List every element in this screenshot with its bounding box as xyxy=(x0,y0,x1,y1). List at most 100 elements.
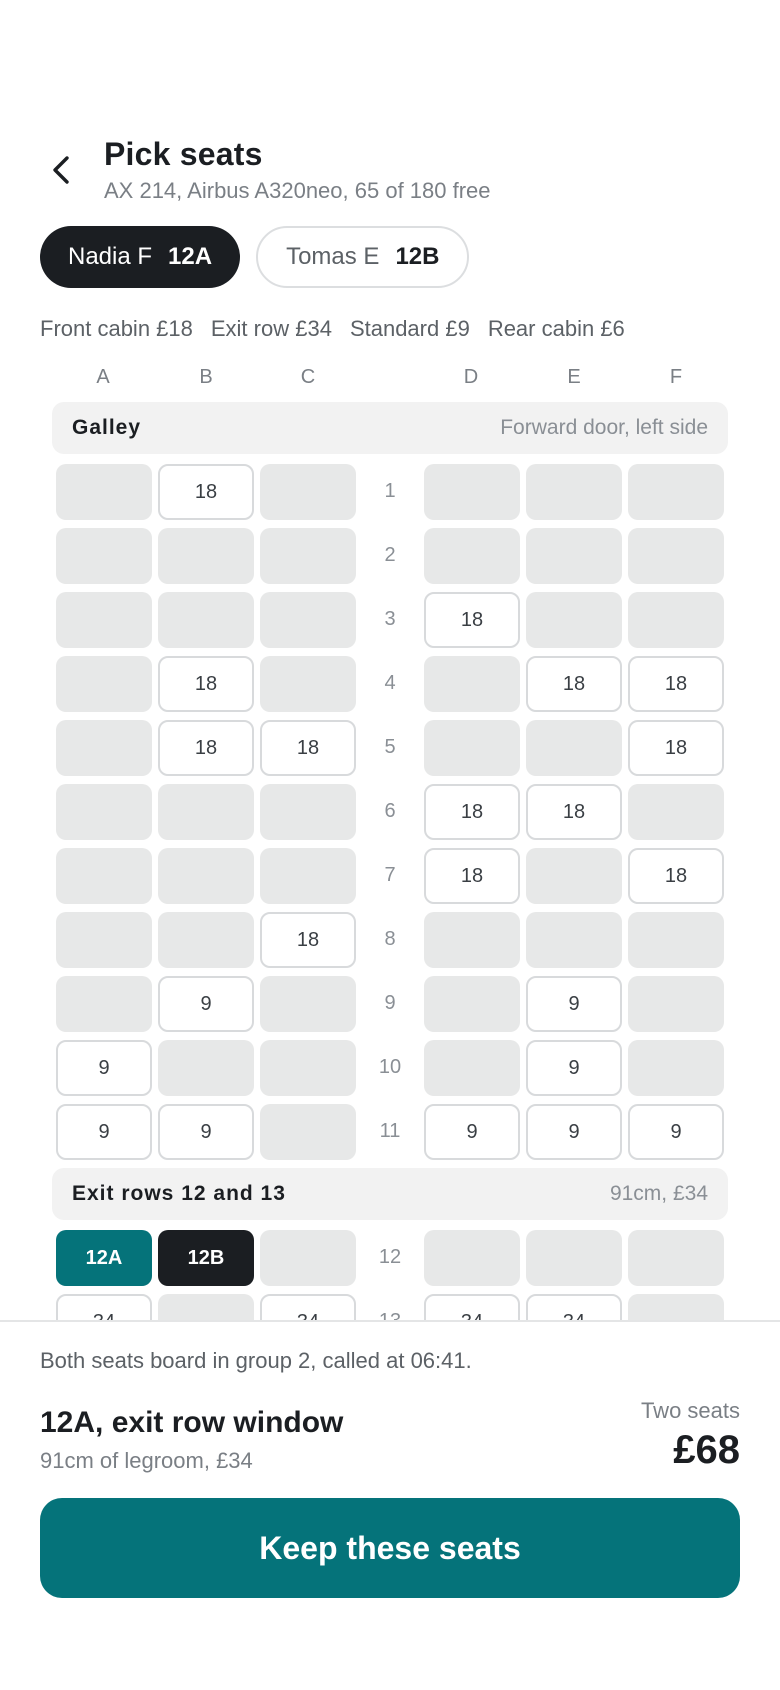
seat-10d xyxy=(424,1040,520,1096)
row-number: 11 xyxy=(379,1120,401,1142)
total-price: £68 xyxy=(673,1428,740,1472)
exit-row-banner: Exit rows 12 and 13 91cm, £34 xyxy=(52,1168,728,1220)
galley-banner: Galley Forward door, left side xyxy=(52,402,728,454)
seat-9b[interactable]: 9 xyxy=(158,976,254,1032)
seat-10e[interactable]: 9 xyxy=(526,1040,622,1096)
seat-13e[interactable]: 34 xyxy=(526,1294,622,1320)
seat-4e[interactable]: 18 xyxy=(526,656,622,712)
seat-5c[interactable]: 18 xyxy=(260,720,356,776)
seat-6f xyxy=(628,784,724,840)
seat-12c xyxy=(260,1230,356,1286)
seat-map: A B C D E F Galley Forward door, left si… xyxy=(0,0,780,1320)
row-number: 9 xyxy=(384,992,396,1014)
seat-13c[interactable]: 34 xyxy=(260,1294,356,1320)
seat-11a[interactable]: 9 xyxy=(56,1104,152,1160)
seat-11e[interactable]: 9 xyxy=(526,1104,622,1160)
column-header-f: F xyxy=(669,366,683,388)
row-number: 13 xyxy=(360,1310,420,1320)
row-number: 7 xyxy=(384,864,396,886)
seat-6d[interactable]: 18 xyxy=(424,784,520,840)
seat-12d xyxy=(424,1230,520,1286)
exit-row-note: 91cm, £34 xyxy=(609,1182,708,1205)
row-number: 8 xyxy=(384,928,396,950)
seat-4d xyxy=(424,656,520,712)
seat-4b[interactable]: 18 xyxy=(158,656,254,712)
seat-11f[interactable]: 9 xyxy=(628,1104,724,1160)
seat-7c xyxy=(260,848,356,904)
seat-1d xyxy=(424,464,520,520)
seat-13a[interactable]: 34 xyxy=(56,1294,152,1320)
seat-2a xyxy=(56,528,152,584)
column-header-b: B xyxy=(199,366,213,388)
seat-5a xyxy=(56,720,152,776)
seat-12f xyxy=(628,1230,724,1286)
selected-seat-detail: 91cm of legroom, £34 xyxy=(40,1448,253,1473)
seat-3f xyxy=(628,592,724,648)
selection-summary: Both seats board in group 2, called at 0… xyxy=(0,1320,780,1690)
seat-9d xyxy=(424,976,520,1032)
seat-4f[interactable]: 18 xyxy=(628,656,724,712)
seat-5e xyxy=(526,720,622,776)
column-header-e: E xyxy=(567,366,581,388)
seat-13d[interactable]: 34 xyxy=(424,1294,520,1320)
selected-seat-title: 12A, exit row window xyxy=(40,1406,344,1439)
seat-10f xyxy=(628,1040,724,1096)
row-number: 1 xyxy=(384,480,396,502)
seat-7d[interactable]: 18 xyxy=(424,848,520,904)
seat-3d[interactable]: 18 xyxy=(424,592,520,648)
seat-7b xyxy=(158,848,254,904)
seat-9a xyxy=(56,976,152,1032)
row-number: 3 xyxy=(384,608,396,630)
seat-12a[interactable]: 12A xyxy=(56,1230,152,1286)
seat-3c xyxy=(260,592,356,648)
seat-4a xyxy=(56,656,152,712)
seat-12b[interactable]: 12B xyxy=(158,1230,254,1286)
seat-8c[interactable]: 18 xyxy=(260,912,356,968)
column-headers: A B C D E F xyxy=(0,366,780,396)
column-header-a: A xyxy=(96,366,110,388)
galley-note: Forward door, left side xyxy=(500,416,708,439)
seat-7e xyxy=(526,848,622,904)
seat-8a xyxy=(56,912,152,968)
row-number: 2 xyxy=(384,544,396,566)
seat-13b xyxy=(158,1294,254,1320)
seat-11d[interactable]: 9 xyxy=(424,1104,520,1160)
seat-9c xyxy=(260,976,356,1032)
seat-1f xyxy=(628,464,724,520)
seat-8e xyxy=(526,912,622,968)
seat-9f xyxy=(628,976,724,1032)
seat-10a[interactable]: 9 xyxy=(56,1040,152,1096)
seat-11c xyxy=(260,1104,356,1160)
seat-2f xyxy=(628,528,724,584)
seat-3a xyxy=(56,592,152,648)
seat-7f[interactable]: 18 xyxy=(628,848,724,904)
seat-1a xyxy=(56,464,152,520)
seat-1b[interactable]: 18 xyxy=(158,464,254,520)
seat-10b xyxy=(158,1040,254,1096)
row-number: 12 xyxy=(378,1246,402,1268)
seat-2b xyxy=(158,528,254,584)
seat-6a xyxy=(56,784,152,840)
seat-13f xyxy=(628,1294,724,1320)
seat-8d xyxy=(424,912,520,968)
seat-6c xyxy=(260,784,356,840)
seat-8f xyxy=(628,912,724,968)
row-number: 5 xyxy=(384,736,396,758)
seat-5b[interactable]: 18 xyxy=(158,720,254,776)
seat-12e xyxy=(526,1230,622,1286)
seat-5f[interactable]: 18 xyxy=(628,720,724,776)
row-number: 4 xyxy=(384,672,396,694)
seat-6e[interactable]: 18 xyxy=(526,784,622,840)
exit-row-label: Exit rows 12 and 13 xyxy=(72,1182,286,1205)
keep-seats-button[interactable]: Keep these seats xyxy=(40,1498,740,1598)
seat-5d xyxy=(424,720,520,776)
total-label: Two seats xyxy=(640,1398,740,1423)
row-number: 10 xyxy=(378,1056,402,1078)
seat-7a xyxy=(56,848,152,904)
seat-8b xyxy=(158,912,254,968)
seat-9e[interactable]: 9 xyxy=(526,976,622,1032)
column-header-d: D xyxy=(463,366,479,388)
seat-1c xyxy=(260,464,356,520)
seat-3e xyxy=(526,592,622,648)
seat-11b[interactable]: 9 xyxy=(158,1104,254,1160)
